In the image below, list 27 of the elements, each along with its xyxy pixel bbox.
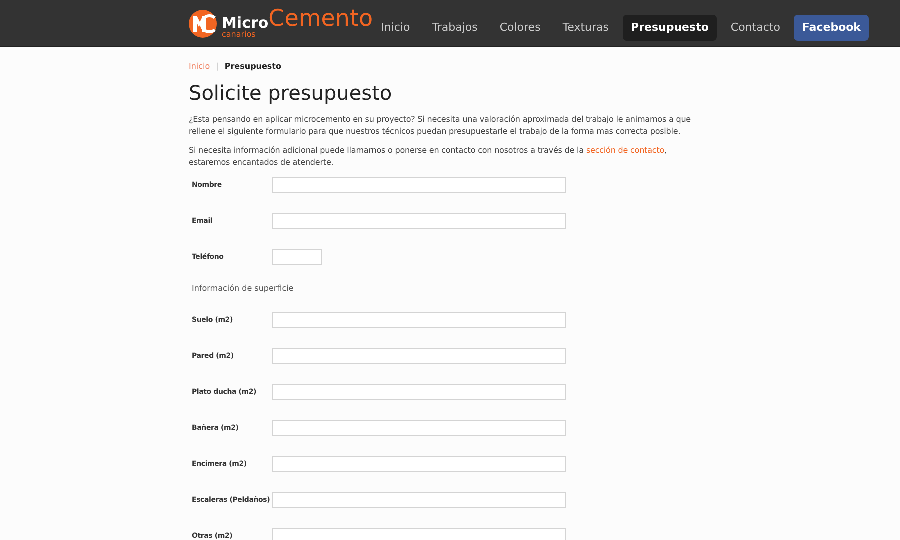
input-field[interactable] xyxy=(272,384,566,400)
input-field[interactable] xyxy=(272,177,566,193)
input-field[interactable] xyxy=(272,456,566,472)
logo-icon xyxy=(188,8,218,38)
intro-paragraph: ¿Esta pensando en aplicar microcemento en su proyecto? Si necesita una valoración aproximada del trabajo le animamos a que rellene el siguiente formulario para que nuestros técnicos puedan presupuestarle el trabajo de la forma mas correcta posible. xyxy=(189,114,692,138)
nav-link[interactable]: Contacto xyxy=(722,14,788,41)
contact-paragraph: Si necesita información adicional puede llamarnos o ponerse en contacto con nosotros a través de la sección de contacto, estaremos encantados de atenderte. xyxy=(189,145,668,169)
logo-subtext: canarios xyxy=(222,31,257,39)
nav-link[interactable]: Presupuesto xyxy=(623,14,717,41)
input-field[interactable] xyxy=(272,528,566,540)
nav-link[interactable]: Colores xyxy=(492,14,549,41)
page-title: Solicite presupuesto xyxy=(189,81,394,106)
input-field[interactable] xyxy=(272,249,322,265)
input-field[interactable] xyxy=(272,213,566,229)
input-field[interactable] xyxy=(272,348,566,364)
section-label: Información de superficie xyxy=(192,282,294,294)
input-field[interactable] xyxy=(272,312,566,328)
breadcrumb-separator: | xyxy=(216,61,219,73)
breadcrumb-current: Presupuesto xyxy=(224,61,282,73)
nav-link[interactable]: Trabajos xyxy=(424,14,486,41)
nav-link[interactable]: Inicio xyxy=(373,14,418,41)
input-field[interactable] xyxy=(272,492,566,508)
logo-text: Cemento xyxy=(268,8,374,31)
facebook-link[interactable]: Facebook xyxy=(794,14,869,41)
input-field[interactable] xyxy=(272,420,566,436)
nav-link[interactable]: Texturas xyxy=(554,14,618,41)
logo-text: Micro xyxy=(222,16,269,31)
